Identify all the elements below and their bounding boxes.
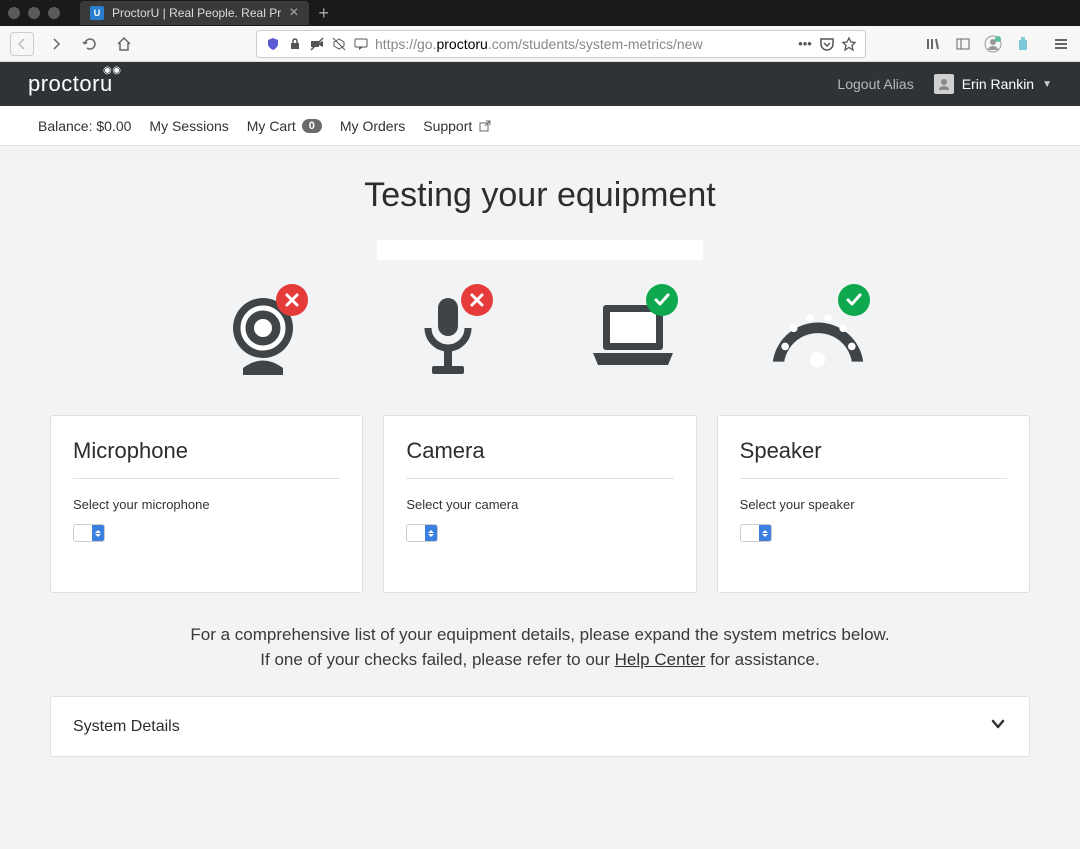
external-link-icon	[478, 119, 492, 133]
lock-icon[interactable]	[287, 36, 303, 52]
divider	[73, 478, 340, 479]
window-close[interactable]	[8, 7, 20, 19]
owl-icon: ◉◉	[103, 65, 121, 76]
status-pass-icon	[838, 284, 870, 316]
equipment-camera	[213, 290, 313, 380]
microphone-card: Microphone Select your microphone	[50, 415, 363, 593]
help-line1: For a comprehensive list of your equipme…	[50, 623, 1030, 648]
help-center-link[interactable]: Help Center	[615, 650, 706, 669]
card-title: Microphone	[73, 438, 340, 464]
page-actions-icon[interactable]: •••	[797, 36, 813, 52]
cart-count-badge: 0	[302, 119, 322, 133]
camera-blocked-icon[interactable]	[309, 36, 325, 52]
window-maximize[interactable]	[48, 7, 60, 19]
system-details-accordion[interactable]: System Details	[50, 696, 1030, 757]
user-menu[interactable]: Erin Rankin ▼	[934, 74, 1052, 94]
card-title: Speaker	[740, 438, 1007, 464]
nav-support[interactable]: Support	[423, 118, 492, 134]
pocket-icon[interactable]	[819, 36, 835, 52]
tab-close-icon[interactable]: ×	[289, 4, 298, 22]
tab-title: ProctorU | Real People. Real Pr	[112, 6, 281, 20]
account-icon[interactable]	[984, 35, 1002, 53]
permissions-icon[interactable]	[331, 36, 347, 52]
help-line2: If one of your checks failed, please ref…	[50, 648, 1030, 673]
accordion-title: System Details	[73, 718, 180, 736]
equipment-computer	[583, 290, 683, 380]
help-text: For a comprehensive list of your equipme…	[50, 623, 1030, 672]
reload-button[interactable]	[78, 32, 102, 56]
nav-balance[interactable]: Balance: $0.00	[38, 118, 131, 134]
nav-bar: Balance: $0.00 My Sessions My Cart 0 My …	[0, 106, 1080, 146]
arrow-left-icon	[14, 36, 30, 52]
nav-orders[interactable]: My Orders	[340, 118, 405, 134]
divider	[740, 478, 1007, 479]
window-minimize[interactable]	[28, 7, 40, 19]
library-icon[interactable]	[924, 35, 942, 53]
device-cards: Microphone Select your microphone Camera…	[50, 415, 1030, 593]
equipment-internet	[768, 290, 868, 380]
nav-support-label: Support	[423, 118, 472, 134]
status-fail-icon	[276, 284, 308, 316]
card-label: Select your speaker	[740, 497, 1007, 512]
user-name: Erin Rankin	[962, 76, 1034, 92]
speaker-select[interactable]	[740, 524, 772, 542]
nav-cart[interactable]: My Cart 0	[247, 118, 322, 134]
home-icon	[116, 36, 132, 52]
extension-icon[interactable]	[1014, 35, 1032, 53]
bookmark-icon[interactable]	[841, 36, 857, 52]
equipment-row	[50, 290, 1030, 380]
browser-toolbar: https://go.proctoru.com/students/system-…	[0, 26, 1080, 62]
url-text: https://go.proctoru.com/students/system-…	[375, 36, 791, 52]
back-button[interactable]	[10, 32, 34, 56]
browser-chrome: U ProctorU | Real People. Real Pr × +	[0, 0, 1080, 62]
select-arrows-icon	[425, 525, 437, 541]
header-right: Logout Alias Erin Rankin ▼	[837, 74, 1052, 94]
chevron-down-icon	[989, 715, 1007, 738]
nav-sessions[interactable]: My Sessions	[149, 118, 228, 134]
select-arrows-icon	[759, 525, 771, 541]
card-label: Select your microphone	[73, 497, 340, 512]
forward-button[interactable]	[44, 32, 68, 56]
avatar-icon	[934, 74, 954, 94]
url-bar[interactable]: https://go.proctoru.com/students/system-…	[256, 30, 866, 58]
sidebar-icon[interactable]	[954, 35, 972, 53]
arrow-right-icon	[48, 36, 64, 52]
page-title: Testing your equipment	[50, 176, 1030, 215]
logout-link[interactable]: Logout Alias	[837, 76, 913, 92]
caret-down-icon: ▼	[1042, 79, 1052, 90]
camera-card: Camera Select your camera	[383, 415, 696, 593]
tab-strip: U ProctorU | Real People. Real Pr × +	[0, 0, 1080, 26]
divider	[406, 478, 673, 479]
status-pass-icon	[646, 284, 678, 316]
equipment-microphone	[398, 290, 498, 380]
menu-icon[interactable]	[1052, 35, 1070, 53]
main-content: Testing your equipment	[0, 146, 1080, 787]
browser-tab[interactable]: U ProctorU | Real People. Real Pr ×	[80, 1, 309, 25]
speaker-card: Speaker Select your speaker	[717, 415, 1030, 593]
status-fail-icon	[461, 284, 493, 316]
nav-cart-label: My Cart	[247, 118, 296, 134]
card-label: Select your camera	[406, 497, 673, 512]
reload-icon	[82, 36, 98, 52]
traffic-lights	[8, 7, 60, 19]
progress-placeholder	[377, 240, 703, 260]
card-title: Camera	[406, 438, 673, 464]
new-tab-button[interactable]: +	[319, 3, 330, 24]
microphone-select[interactable]	[73, 524, 105, 542]
tab-favicon-icon: U	[90, 6, 104, 20]
toolbar-right	[924, 35, 1070, 53]
logo-u: ◉◉u	[100, 71, 113, 97]
home-button[interactable]	[112, 32, 136, 56]
chat-icon[interactable]	[353, 36, 369, 52]
logo-text: proctor	[28, 71, 100, 97]
select-arrows-icon	[92, 525, 104, 541]
site-header: proctor◉◉u Logout Alias Erin Rankin ▼	[0, 62, 1080, 106]
camera-select[interactable]	[406, 524, 438, 542]
shield-icon[interactable]	[265, 36, 281, 52]
logo[interactable]: proctor◉◉u	[28, 71, 113, 97]
